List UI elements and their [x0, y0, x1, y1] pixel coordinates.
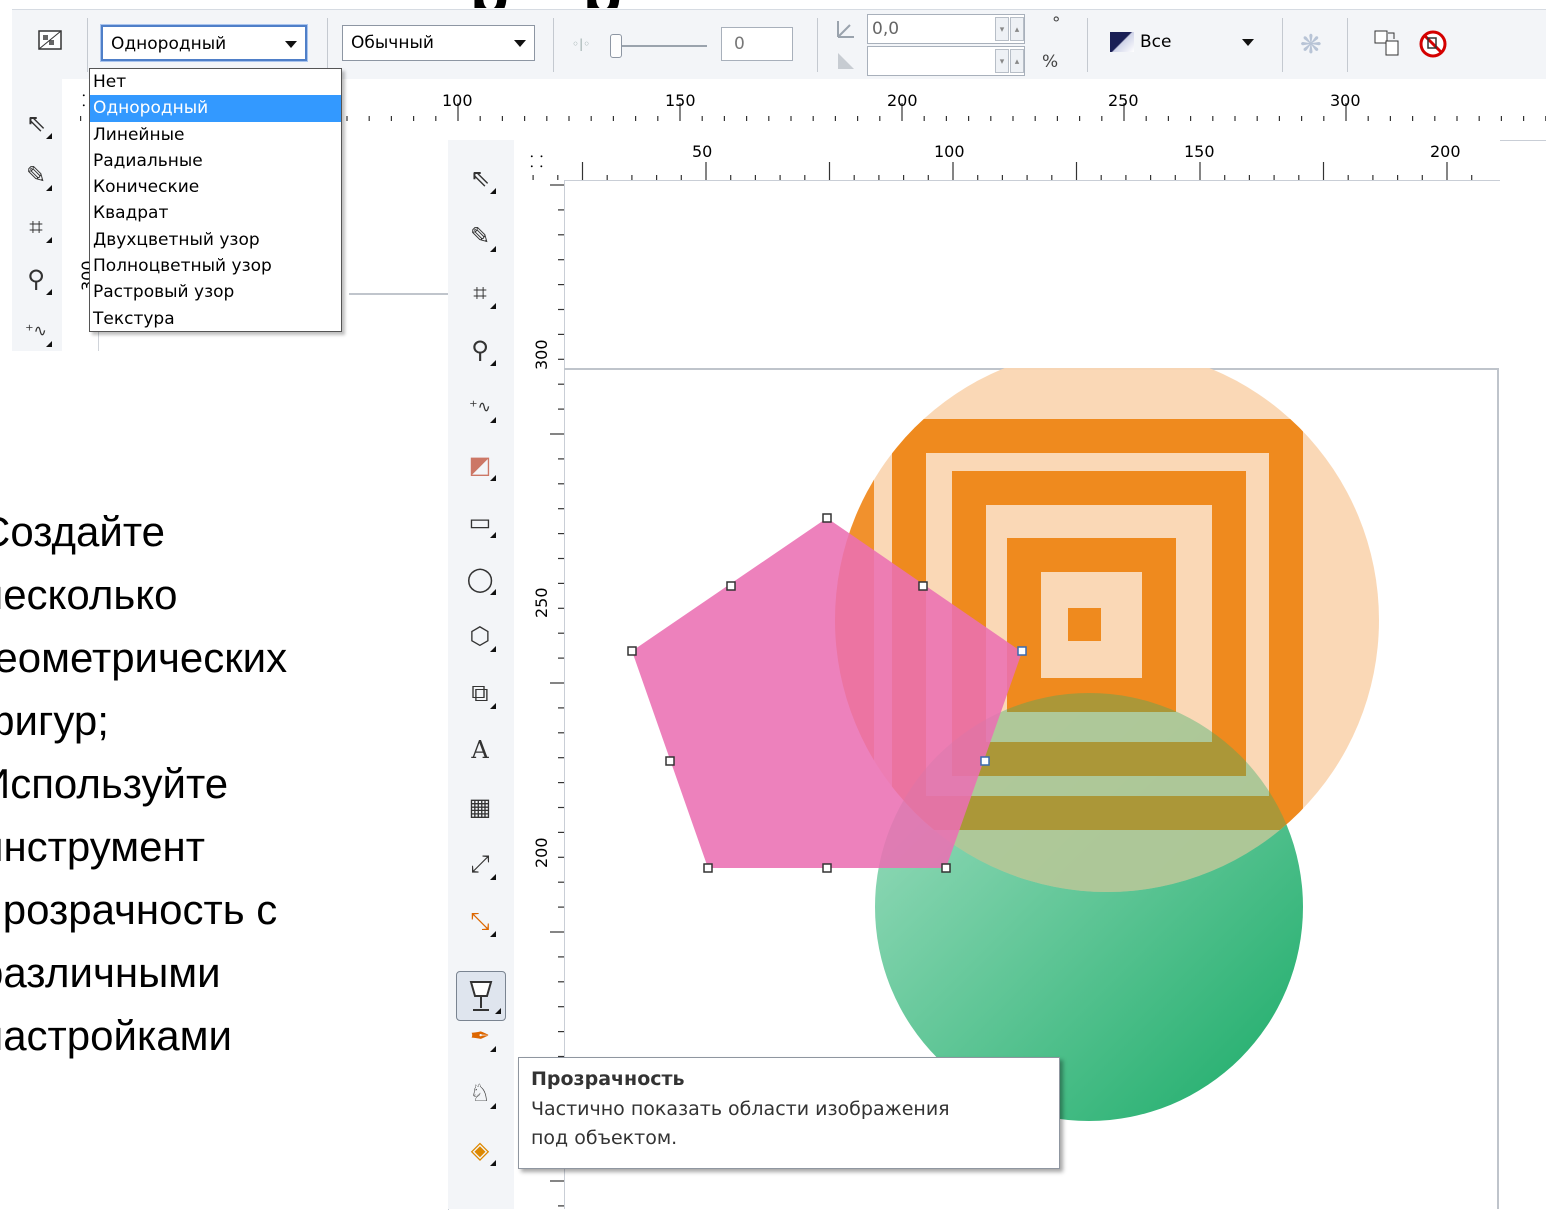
rectangle-tool-icon[interactable]: ▭ [462, 504, 498, 540]
crop-tool-icon[interactable]: ⌗ [462, 275, 498, 311]
ruler-label: 250 [1108, 91, 1139, 110]
tooltip-body-line2: под объектом. [531, 1127, 678, 1149]
ruler-label: 200 [1430, 142, 1461, 161]
crop-tool-icon[interactable]: ⌗ [18, 209, 54, 245]
eyedropper-tool-icon[interactable]: ✒ [462, 1018, 498, 1054]
dimension-tool-icon[interactable]: ⤢ [462, 846, 498, 882]
ruler-label: 200 [887, 91, 918, 110]
dropdown-item[interactable]: Двухцветный узор [90, 227, 341, 253]
outline-tool-icon[interactable]: ♘ [462, 1075, 498, 1111]
chevron-down-icon [514, 40, 526, 47]
ruler-label: 300 [1330, 91, 1361, 110]
transparency-tool-icon[interactable] [32, 27, 68, 63]
ruler-label: 150 [1184, 142, 1215, 161]
instructions-text: Создайте несколько геометрических фигур;… [0, 500, 440, 1067]
zoom-tool-icon[interactable]: ⚲ [462, 332, 498, 368]
fill-type-value: Однородный [111, 34, 227, 54]
ruler-label: 300 [532, 339, 551, 370]
polygon-tool-icon[interactable]: ⬡ [462, 618, 498, 654]
slide-title-fragment: р р [470, 0, 770, 8]
fill-type-dropdown[interactable]: Нет Однородный Линейные Радиальные Конич… [89, 68, 342, 332]
dropdown-item-selected[interactable]: Однородный [90, 95, 341, 122]
interactive-tool-icon[interactable] [456, 971, 506, 1021]
connector-tool-icon[interactable]: ⤡ [462, 903, 498, 939]
dropdown-item[interactable]: Радиальные [90, 148, 341, 174]
transparency-tooltip: Прозрачность Частично показать области и… [518, 1057, 1060, 1169]
angle-icon [835, 18, 857, 44]
shape-tool-icon[interactable]: ✎ [18, 157, 54, 193]
edge-spin-up[interactable]: ▴ [1010, 49, 1024, 73]
percent-unit: % [1042, 52, 1059, 72]
opacity-slider-track[interactable] [615, 45, 707, 47]
ruler-label: 50 [692, 142, 713, 161]
freeze-icon[interactable]: ❋ [1300, 30, 1322, 60]
bullet-2: Используйте инструмент прозрачность с ра… [0, 760, 278, 1059]
fill-type-combo[interactable]: Однородный [101, 25, 307, 61]
opacity-icon: ◦|◦ [572, 37, 591, 51]
ellipse-tool-icon[interactable]: ◯ [462, 561, 498, 597]
degree-unit: ° [1052, 14, 1061, 34]
opacity-slider-thumb[interactable] [610, 34, 622, 58]
copy-transparency-icon[interactable] [1372, 28, 1402, 62]
toolbox-top: ⇖ ✎ ⌗ ⚲ ⁺∿ [12, 79, 63, 351]
fill-tool-icon[interactable]: ◈ [462, 1132, 498, 1168]
angle-spin-down[interactable]: ▾ [995, 17, 1009, 41]
transparency-target-combo[interactable]: Все [1102, 25, 1262, 61]
angle-spin-up[interactable]: ▴ [1010, 17, 1024, 41]
merge-mode-value: Обычный [351, 33, 434, 53]
dropdown-item[interactable]: Полноцветный узор [90, 253, 341, 279]
edge-spin-down[interactable]: ▾ [995, 49, 1009, 73]
dropdown-item[interactable]: Текстура [90, 306, 341, 332]
tooltip-body-line1: Частично показать области изображения [531, 1098, 950, 1120]
dropdown-item[interactable]: Растровый узор [90, 279, 341, 305]
target-value: Все [1140, 32, 1172, 52]
chevron-down-icon [285, 41, 297, 48]
toolbox: ⇖ ✎ ⌗ ⚲ ⁺∿ ◩ ▭ ◯ ⬡ ⧉ A ▦ ⤢ ⤡ ✒ ♘ ◈ [448, 140, 515, 1209]
tooltip-title: Прозрачность [531, 1068, 685, 1090]
smart-fill-icon[interactable]: ◩ [462, 447, 498, 483]
edge-pad-icon [835, 50, 857, 76]
ruler-label: 150 [665, 91, 696, 110]
ruler-label: 250 [532, 587, 551, 618]
dropdown-item[interactable]: Конические [90, 174, 341, 200]
ruler-ticks [532, 162, 1473, 180]
pick-tool-icon[interactable]: ⇖ [462, 160, 498, 196]
merge-mode-combo[interactable]: Обычный [342, 25, 535, 61]
shape-tool-icon[interactable]: ✎ [462, 218, 498, 254]
freehand-tool-icon[interactable]: ⁺∿ [462, 389, 498, 425]
clear-transparency-icon[interactable] [1417, 28, 1449, 64]
text-tool-icon[interactable]: A [462, 732, 498, 768]
bullet-1: Создайте несколько геометрических фигур; [0, 508, 288, 744]
ruler-label: 100 [442, 91, 473, 110]
dropdown-item[interactable]: Нет [90, 69, 341, 95]
ruler-label: 100 [934, 142, 965, 161]
ruler-origin-icon[interactable]: ⸬ [530, 150, 543, 172]
ruler-label: 200 [532, 837, 551, 868]
target-swatch-icon [1110, 32, 1134, 52]
vertical-ruler: 300 250 200 [514, 180, 565, 1209]
table-tool-icon[interactable]: ▦ [462, 789, 498, 825]
dropdown-item[interactable]: Линейные [90, 122, 341, 148]
basic-shapes-icon[interactable]: ⧉ [462, 675, 498, 711]
horizontal-ruler: 50 100 150 200 ⸬ [514, 140, 1500, 181]
chevron-down-icon [1242, 39, 1254, 46]
opacity-field[interactable]: 0 [721, 27, 793, 61]
freehand-tool-icon[interactable]: ⁺∿ [18, 313, 54, 349]
dropdown-item[interactable]: Квадрат [90, 200, 341, 226]
pick-tool-icon[interactable]: ⇖ [18, 105, 54, 141]
zoom-tool-icon[interactable]: ⚲ [18, 261, 54, 297]
ruler-ticks [550, 184, 564, 1207]
